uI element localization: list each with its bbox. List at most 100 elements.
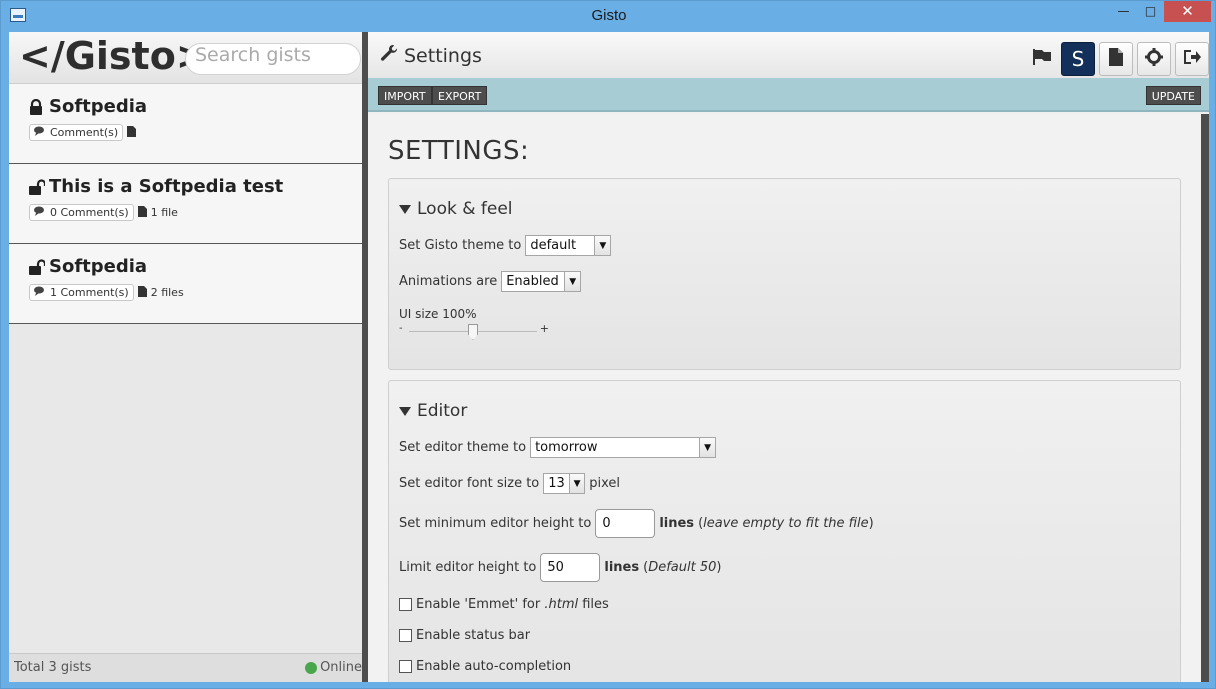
logout-button[interactable] [1175,42,1209,76]
autocomplete-row: Enable auto-completion [399,659,571,674]
font-size-row: Set editor font size to 13 ▼ pixel [399,473,620,494]
gisto-theme-label: Set Gisto theme to [399,238,522,253]
main-panel: Settings S IMPORT EXPORT UPDATE SETTINGS… [368,32,1209,682]
collapse-triangle-icon [399,204,411,214]
status-bar-checkbox[interactable] [399,629,412,642]
update-button[interactable]: UPDATE [1145,86,1201,105]
min-height-label: Set minimum editor height to [399,516,592,531]
min-height-note: leave empty to fit the file [703,516,869,531]
import-button[interactable]: IMPORT [378,86,432,105]
comments-icon [34,206,46,219]
settings-content: SETTINGS: Look & feel Set Gisto theme to… [368,114,1201,682]
editor-theme-row: Set editor theme to tomorrow ▼ [399,437,717,458]
emmet-checkbox[interactable] [399,598,412,611]
gist-item[interactable]: This is a Softpedia test 0 Comment(s) 1 … [9,164,362,244]
look-feel-toggle[interactable]: Look & feel [399,199,513,219]
editor-panel: Editor Set editor theme to tomorrow ▼ Se… [388,380,1181,682]
chevron-down-icon: ▼ [564,272,581,291]
autocomplete-label: Enable auto-completion [416,659,572,674]
min-height-input[interactable]: 0 [595,509,656,538]
slider-thumb[interactable] [468,324,478,340]
limit-height-note: Default 50 [648,560,717,575]
animations-label: Animations are [399,274,498,289]
online-status: Online [305,660,362,675]
lock-open-icon [29,258,45,275]
look-feel-panel: Look & feel Set Gisto theme to default ▼… [388,178,1181,370]
font-size-unit: pixel [589,476,621,491]
lock-closed-icon [29,98,43,115]
export-button[interactable]: EXPORT [432,86,488,105]
emmet-row: Enable 'Emmet' for .html files [399,597,609,612]
gist-title: Softpedia [49,256,148,277]
status-bar-row: Enable status bar [399,628,530,643]
app-window: Gisto — □ ✕ </Gisto> Search gists Softpe… [0,0,1216,689]
chevron-down-icon: ▼ [594,236,611,255]
settings-button[interactable] [1137,42,1171,76]
maximize-button[interactable]: □ [1137,1,1164,22]
sidebar-header: </Gisto> Search gists [9,32,362,84]
animations-value: Enabled [506,274,559,289]
gisto-theme-select[interactable]: default ▼ [525,235,612,256]
app-client: </Gisto> Search gists Softpedia Comment( [9,32,1209,682]
title-bar: Gisto — □ ✕ [1,1,1216,31]
collapse-triangle-icon [399,406,411,416]
animations-row: Animations are Enabled ▼ [399,271,582,292]
comments-badge[interactable]: Comment(s) [29,124,124,141]
limit-height-input[interactable]: 50 [540,553,601,582]
slider-min-label: - [399,323,403,334]
new-gist-button[interactable] [1099,42,1133,76]
chevron-down-icon: ▼ [699,438,716,457]
comments-icon [34,286,46,299]
limit-height-label: Limit editor height to [399,560,537,575]
slider-max-label: + [539,322,549,335]
online-label: Online [320,660,362,675]
comments-badge[interactable]: 0 Comment(s) [29,204,134,221]
emmet-label: Enable 'Emmet' for .html files [416,597,609,612]
scroll-rail[interactable] [1201,114,1209,682]
ui-size-slider[interactable]: - + [399,322,549,340]
comments-badge[interactable]: 1 Comment(s) [29,284,134,301]
gear-icon [1145,48,1163,70]
lock-open-icon [29,178,45,195]
close-button[interactable]: ✕ [1164,1,1211,22]
gist-item[interactable]: Softpedia Comment(s) [9,84,362,164]
chevron-down-icon: ▼ [568,474,585,493]
settings-header: Settings [380,44,482,67]
comments-count: 1 Comment(s) [50,286,129,299]
panel-title: Editor [417,401,468,421]
editor-theme-value: tomorrow [535,440,598,455]
gist-title: Softpedia [49,96,148,117]
flag-icon [1032,49,1052,69]
flag-button[interactable] [1027,42,1057,76]
font-size-select[interactable]: 13 ▼ [543,473,586,494]
comments-count: Comment(s) [50,126,119,139]
gisto-theme-value: default [530,238,577,253]
globe-icon [305,661,318,674]
limit-height-unit: lines [604,560,640,575]
animations-select[interactable]: Enabled ▼ [501,271,582,292]
toolbar: S [1027,42,1209,76]
files-count: 2 files [150,286,184,299]
editor-toggle[interactable]: Editor [399,401,467,421]
gist-title: This is a Softpedia test [49,176,284,197]
action-bar: IMPORT EXPORT UPDATE [368,78,1209,112]
comments-icon [34,126,46,139]
comments-count: 0 Comment(s) [50,206,129,219]
minimize-button[interactable]: — [1110,1,1137,22]
search-input[interactable]: Search gists [185,43,361,75]
gist-list: Softpedia Comment(s) This is a Softpedia… [9,84,362,324]
wrench-icon [380,44,398,67]
page-title: Settings [404,44,482,67]
window-controls: — □ ✕ [1110,1,1211,23]
settings-heading: SETTINGS: [388,136,530,166]
logout-icon [1183,49,1201,69]
user-avatar-button[interactable]: S [1061,42,1095,76]
sidebar: </Gisto> Search gists Softpedia Comment( [9,32,362,682]
panel-title: Look & feel [417,199,513,219]
autocomplete-checkbox[interactable] [399,660,412,673]
gisto-logo: </Gisto> [19,34,208,78]
gist-item[interactable]: Softpedia 1 Comment(s) 2 files [9,244,362,324]
min-height-row: Set minimum editor height to 0 lines (le… [399,509,874,538]
editor-theme-select[interactable]: tomorrow ▼ [530,437,717,458]
status-bar-label: Enable status bar [416,628,531,643]
